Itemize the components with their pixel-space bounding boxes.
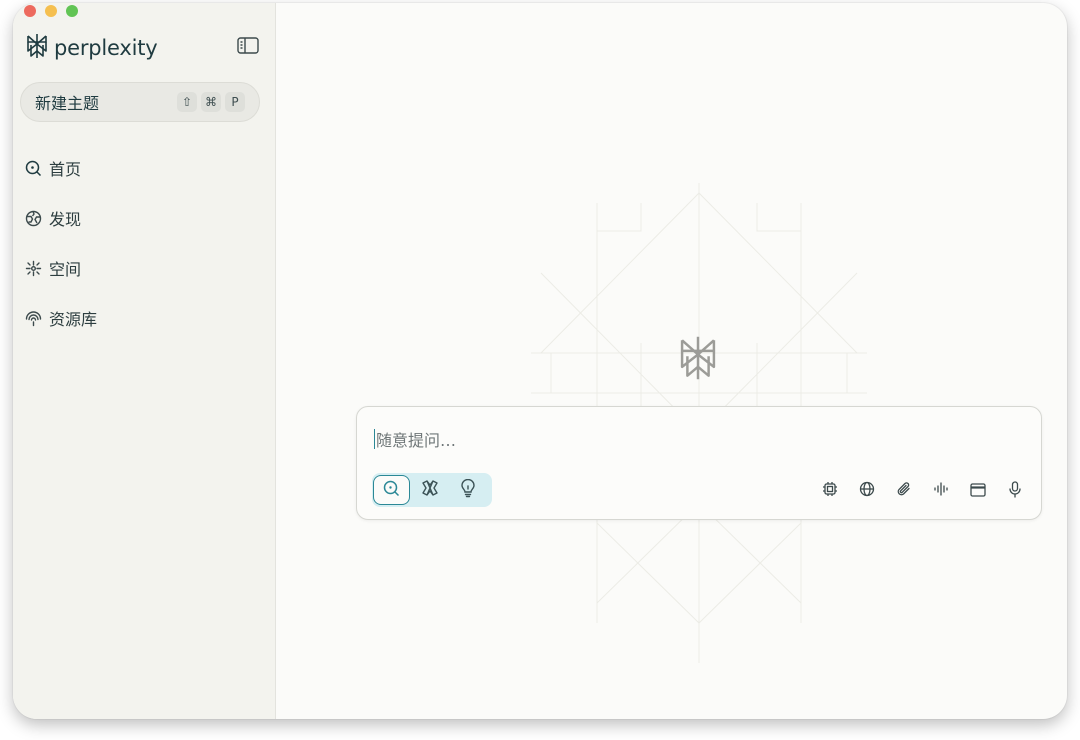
- p-key: P: [225, 92, 245, 112]
- ask-composer: [356, 406, 1042, 520]
- perplexity-logo-icon: [26, 33, 48, 63]
- labs-mode-button[interactable]: [449, 475, 486, 505]
- minimize-window-button[interactable]: [45, 5, 57, 17]
- ask-input[interactable]: [374, 427, 998, 453]
- main-content: [276, 3, 1067, 719]
- app-window: perplexity 新建主题 ⇧ ⌘ P 首页 发现 空间 资源库 随意提问…: [13, 3, 1067, 719]
- sidebar-item-label: 资源库: [49, 310, 98, 329]
- composer-tools: [817, 479, 1027, 503]
- attach-file-button[interactable]: [891, 479, 916, 503]
- lightbulb-icon: [460, 478, 476, 502]
- model-select-button[interactable]: [817, 479, 842, 503]
- paperclip-icon: [896, 481, 912, 501]
- sidebar-item-label: 空间: [49, 260, 82, 279]
- new-thread-button[interactable]: 新建主题 ⇧ ⌘ P: [20, 82, 260, 122]
- waveform-icon: [933, 481, 949, 501]
- search-icon: [383, 480, 400, 501]
- sidebar-item-label: 发现: [49, 210, 82, 229]
- browser-window-icon: [969, 482, 986, 501]
- sidebar-item-spaces[interactable]: 空间: [24, 243, 97, 293]
- sidebar: perplexity 新建主题 ⇧ ⌘ P 首页 发现 空间 资源库: [13, 3, 276, 719]
- sidebar-item-label: 首页: [49, 160, 82, 179]
- search-home-icon: [24, 159, 42, 177]
- brand-name: perplexity: [54, 36, 158, 60]
- spaces-icon: [24, 259, 42, 277]
- microphone-icon: [1008, 480, 1022, 502]
- center-logo-icon: [678, 335, 718, 385]
- close-window-button[interactable]: [24, 5, 36, 17]
- window-controls: [24, 5, 78, 17]
- sidebar-item-home[interactable]: 首页: [24, 143, 97, 193]
- browser-button[interactable]: [965, 479, 990, 503]
- new-thread-label: 新建主题: [35, 94, 100, 113]
- research-mode-button[interactable]: [411, 475, 448, 505]
- sidebar-nav: 首页 发现 空间 资源库: [24, 143, 97, 343]
- shift-key: ⇧: [177, 92, 197, 112]
- voice-mode-button[interactable]: [928, 479, 953, 503]
- chip-icon: [822, 481, 838, 501]
- mode-selector: [372, 473, 492, 507]
- sources-button[interactable]: [854, 479, 879, 503]
- sidebar-item-discover[interactable]: 发现: [24, 193, 97, 243]
- dictation-button[interactable]: [1002, 479, 1027, 503]
- globe-icon: [24, 209, 42, 227]
- command-key: ⌘: [201, 92, 221, 112]
- search-mode-button[interactable]: [373, 475, 410, 505]
- brand[interactable]: perplexity: [26, 33, 158, 63]
- research-icon: [421, 479, 439, 501]
- sidebar-toggle-icon: [237, 36, 259, 58]
- sidebar-item-library[interactable]: 资源库: [24, 293, 97, 343]
- library-icon: [24, 309, 42, 327]
- zoom-window-button[interactable]: [66, 5, 78, 17]
- globe-icon: [859, 481, 875, 501]
- collapse-sidebar-button[interactable]: [236, 36, 260, 58]
- keyboard-shortcut: ⇧ ⌘ P: [177, 92, 245, 112]
